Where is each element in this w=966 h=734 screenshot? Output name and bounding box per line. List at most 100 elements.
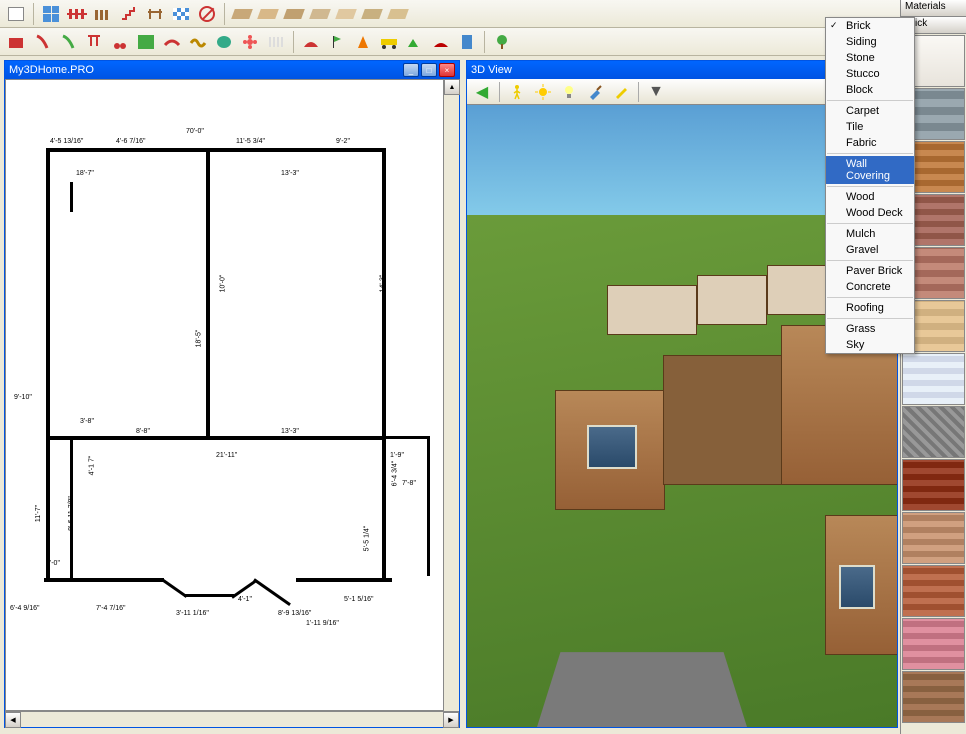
menu-item[interactable]: Stone — [826, 50, 914, 66]
menu-item[interactable]: Wood Deck — [826, 205, 914, 221]
tree-icon[interactable] — [490, 30, 514, 54]
cone-icon[interactable] — [351, 30, 375, 54]
slab2-icon[interactable] — [256, 2, 280, 26]
menu-divider — [827, 318, 913, 319]
dim-label: 18'-7" — [76, 170, 94, 177]
minimize-button[interactable]: _ — [403, 63, 419, 77]
prohibit-icon[interactable] — [195, 2, 219, 26]
material-swatch[interactable] — [902, 353, 965, 405]
view3d-window-title: 3D View — [471, 64, 512, 76]
menu-divider — [827, 186, 913, 187]
dim-label: 8'-9 13/16" — [278, 610, 311, 617]
dim-label: 1'-11 9/16" — [306, 620, 339, 627]
pond-icon[interactable] — [212, 30, 236, 54]
material-swatch[interactable] — [902, 406, 965, 458]
grid-icon[interactable] — [39, 2, 63, 26]
material-swatch[interactable] — [902, 565, 965, 617]
dim-label: 4'-1 7" — [88, 456, 95, 476]
blue-thing-icon[interactable] — [455, 30, 479, 54]
playground-icon[interactable] — [4, 30, 28, 54]
walk-icon[interactable] — [505, 80, 529, 104]
menu-item[interactable]: Stucco — [826, 66, 914, 82]
wave-icon[interactable] — [186, 30, 210, 54]
dim-label: 4'-5 13/16" — [50, 138, 83, 145]
maximize-button[interactable]: □ — [421, 63, 437, 77]
bulb-icon[interactable] — [557, 80, 581, 104]
slide-red-icon[interactable] — [30, 30, 54, 54]
menu-item[interactable]: Gravel — [826, 242, 914, 258]
hill-icon[interactable] — [429, 30, 453, 54]
flag-icon[interactable] — [325, 30, 349, 54]
material-swatch[interactable] — [902, 671, 965, 723]
material-swatch[interactable] — [902, 618, 965, 670]
close-button[interactable]: × — [439, 63, 455, 77]
slab7-icon[interactable] — [386, 2, 410, 26]
dim-label: 3'-8" — [80, 418, 94, 425]
dim-label: 11'-7" — [35, 505, 42, 522]
dim-label: 7'-4 7/16" — [96, 605, 126, 612]
dim-label: 1'-9" — [390, 452, 404, 459]
menu-item[interactable]: Grass — [826, 321, 914, 337]
fence-white-icon[interactable] — [264, 30, 288, 54]
dim-label: 10'-0" — [219, 275, 226, 293]
menu-divider — [827, 153, 913, 154]
menu-item[interactable]: Fabric — [826, 135, 914, 151]
toolbar-row-2 — [0, 28, 966, 56]
play-green-icon[interactable] — [134, 30, 158, 54]
mound-blue-icon[interactable] — [299, 30, 323, 54]
scrollbar-vertical[interactable]: ▲ — [443, 79, 459, 711]
material-swatch[interactable] — [902, 512, 965, 564]
curve-icon[interactable] — [160, 30, 184, 54]
menu-item[interactable]: Wood — [826, 189, 914, 205]
menu-item[interactable]: Wall Covering — [826, 156, 914, 184]
swing-icon[interactable] — [82, 30, 106, 54]
truck-yellow-icon[interactable] — [377, 30, 401, 54]
dim-label: 5'-5 1/4" — [363, 526, 370, 552]
menu-divider — [827, 297, 913, 298]
slab1-icon[interactable] — [230, 2, 254, 26]
menu-item[interactable]: Concrete — [826, 279, 914, 295]
slide-green-icon[interactable] — [56, 30, 80, 54]
sun-icon[interactable] — [531, 80, 555, 104]
dim-label: 4'-1" — [238, 596, 252, 603]
fence-brown-icon[interactable] — [91, 2, 115, 26]
dim-label: 11'-5 3/4" — [236, 138, 265, 145]
menu-item[interactable]: Roofing — [826, 300, 914, 316]
book-icon[interactable] — [4, 2, 28, 26]
scrollbar-horizontal[interactable]: ◀▶ — [5, 711, 459, 727]
menu-item[interactable]: Tile — [826, 119, 914, 135]
flower-icon[interactable] — [238, 30, 262, 54]
menu-divider — [827, 100, 913, 101]
dim-label: 14'-3" — [379, 275, 386, 293]
menu-item[interactable]: Sky — [826, 337, 914, 353]
dim-label: 70'-0" — [186, 128, 204, 135]
dim-label: 3'-0" — [46, 560, 60, 567]
dim-label: 5'-1 5/16" — [344, 596, 374, 603]
material-swatch[interactable] — [902, 459, 965, 511]
dim-label: 6'-4 9/16" — [10, 605, 40, 612]
slab6-icon[interactable] — [360, 2, 384, 26]
arrow-left-icon[interactable]: ◀ — [470, 80, 494, 104]
brush-icon[interactable] — [583, 80, 607, 104]
menu-item[interactable]: Siding — [826, 34, 914, 50]
menu-item[interactable]: Carpet — [826, 103, 914, 119]
slab4-icon[interactable] — [308, 2, 332, 26]
pergola-icon[interactable] — [143, 2, 167, 26]
fence-red-icon[interactable] — [65, 2, 89, 26]
stairs-icon[interactable] — [117, 2, 141, 26]
menu-item[interactable]: Brick — [826, 18, 914, 34]
mountain-icon[interactable] — [403, 30, 427, 54]
materials-context-menu: BrickSidingStoneStuccoBlock CarpetTileFab… — [825, 17, 915, 354]
dim-label: 6'-4 3/4" — [391, 461, 398, 487]
arrow-down-icon[interactable]: ▼ — [644, 80, 668, 104]
plan-canvas[interactable]: 70'-0" 4'-5 13/16" 4'-6 7/16" 11'-5 3/4"… — [5, 79, 459, 711]
pencil-icon[interactable] — [609, 80, 633, 104]
plan-titlebar[interactable]: My3DHome.PRO _ □ × — [5, 61, 459, 79]
slab3-icon[interactable] — [282, 2, 306, 26]
menu-item[interactable]: Block — [826, 82, 914, 98]
menu-item[interactable]: Mulch — [826, 226, 914, 242]
bench-icon[interactable] — [108, 30, 132, 54]
slab5-icon[interactable] — [334, 2, 358, 26]
menu-item[interactable]: Paver Brick — [826, 263, 914, 279]
checker-icon[interactable] — [169, 2, 193, 26]
